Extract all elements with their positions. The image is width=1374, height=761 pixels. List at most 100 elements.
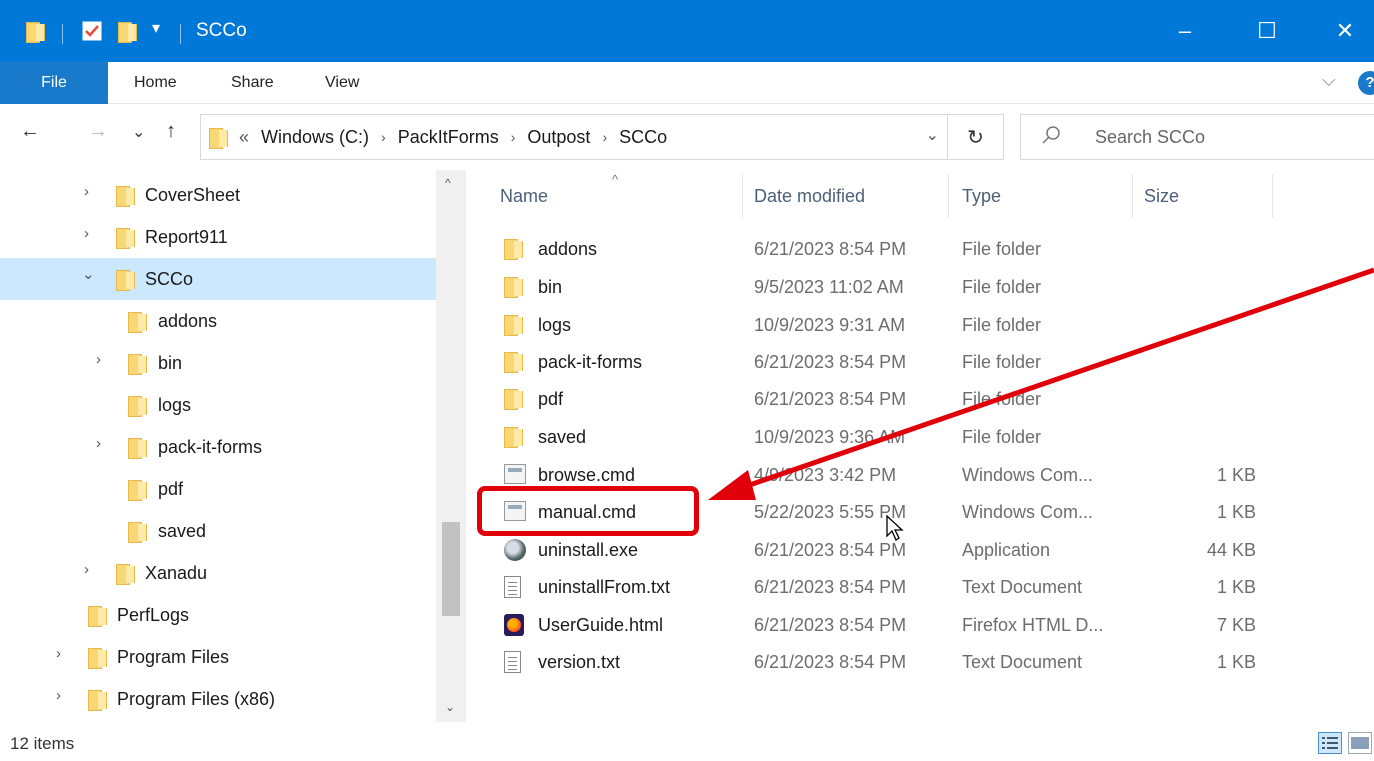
address-dropdown-icon[interactable]: ⌄ [926,125,939,145]
address-bar[interactable]: « Windows (C:) › PackItForms › Outpost ›… [200,114,948,160]
expand-icon[interactable]: › [84,183,89,200]
scrollbar-thumb[interactable] [442,522,460,616]
nav-item-label: Report911 [145,227,228,247]
file-date: 6/21/2023 8:54 PM [754,615,907,635]
nav-item-label: pack-it-forms [158,437,263,457]
file-row-logs[interactable]: logs 10/9/2023 9:31 AM File folder [496,306,1314,344]
search-input[interactable]: Search SCCo [1020,114,1374,160]
details-view-button[interactable] [1318,732,1342,754]
collapse-icon[interactable]: ⌄ [82,265,95,283]
forward-button[interactable]: → [88,120,108,143]
help-icon[interactable]: ? [1358,71,1374,95]
large-icons-view-button[interactable] [1348,732,1372,754]
properties-checkbox-icon[interactable] [82,21,102,41]
nav-item-saved[interactable]: saved [0,510,436,552]
quick-access-dropdown[interactable]: ▾ [152,18,160,38]
column-divider[interactable] [742,174,743,218]
expand-ribbon-icon[interactable]: ⌵ [1322,70,1336,91]
column-divider[interactable] [1132,174,1133,218]
nav-item-logs[interactable]: logs [0,384,436,426]
chevron-right-icon[interactable]: › [511,129,516,145]
file-row-pdf[interactable]: pdf 6/21/2023 8:54 PM File folder [496,380,1314,418]
chevron-right-icon[interactable]: › [602,129,607,145]
file-date: 9/5/2023 11:02 AM [754,277,904,297]
nav-scrollbar[interactable]: ^ ⌄ [436,170,466,722]
breadcrumb-outpost[interactable]: Outpost [527,127,590,148]
breadcrumb-scco[interactable]: SCCo [619,127,667,148]
nav-item-label: Program Files [117,647,230,667]
expand-icon[interactable]: › [96,435,101,452]
file-row-addons[interactable]: addons 6/21/2023 8:54 PM File folder [496,230,1314,268]
breadcrumb-overflow[interactable]: « [239,127,249,148]
breadcrumb-windows-c[interactable]: Windows (C:) [261,127,369,148]
file-type: Text Document [962,577,1083,597]
breadcrumb-packitforms[interactable]: PackItForms [398,127,499,148]
column-divider[interactable] [948,174,949,218]
nav-item-program-files-x86[interactable]: › Program Files (x86) [0,678,436,720]
nav-item-label: logs [158,395,192,415]
nav-item-pack-it-forms[interactable]: › pack-it-forms [0,426,436,468]
recent-locations-button[interactable]: ⌄ [132,122,145,142]
nav-item-bin[interactable]: › bin [0,342,436,384]
scroll-up-icon[interactable]: ^ [445,176,451,190]
file-row-pack-it-forms[interactable]: pack-it-forms 6/21/2023 8:54 PM File fol… [496,343,1314,381]
nav-item-xanadu[interactable]: › Xanadu [0,552,436,594]
file-size: 1 KB [1216,465,1256,485]
file-row-saved[interactable]: saved 10/9/2023 9:36 AM File folder [496,418,1314,456]
navigation-pane: › CoverSheet › Report911 ⌄ SCCo addons ›… [0,170,466,722]
nav-item-scco[interactable]: ⌄ SCCo [0,258,436,300]
file-type: Windows Com... [962,502,1094,522]
expand-icon[interactable]: › [56,645,61,662]
column-header-type[interactable]: Type [962,170,1001,222]
file-type: Application [962,540,1051,560]
expand-icon[interactable]: › [84,225,89,242]
exe-file-icon [504,539,526,561]
tab-file[interactable]: File [0,62,108,104]
file-name: addons [538,239,598,259]
folder-icon [504,426,523,448]
file-row-uninstallfrom-txt[interactable]: uninstallFrom.txt 6/21/2023 8:54 PM Text… [496,568,1314,606]
file-row-uninstall-exe[interactable]: uninstall.exe 6/21/2023 8:54 PM Applicat… [496,531,1314,569]
nav-item-perflogs[interactable]: PerfLogs [0,594,436,636]
file-name: saved [538,427,587,447]
folder-icon [116,185,135,207]
file-type: File folder [962,239,1042,259]
column-header-size[interactable]: Size [1144,170,1179,222]
nav-item-coversheet[interactable]: › CoverSheet [0,174,436,216]
maximize-button[interactable]: ☐ [1232,0,1302,62]
close-icon: ✕ [1335,18,1355,43]
tab-share[interactable]: Share [231,62,274,104]
column-divider[interactable] [1272,174,1273,218]
tab-home[interactable]: Home [134,62,177,104]
folder-icon [209,127,228,149]
expand-icon[interactable]: › [96,351,101,368]
file-date: 10/9/2023 9:36 AM [754,427,906,447]
file-row-bin[interactable]: bin 9/5/2023 11:02 AM File folder [496,268,1314,306]
nav-item-report911[interactable]: › Report911 [0,216,436,258]
status-bar: 12 items [0,722,1374,761]
search-placeholder: Search SCCo [1095,127,1206,147]
expand-icon[interactable]: › [56,687,61,704]
nav-item-addons[interactable]: addons [0,300,436,342]
nav-item-program-files[interactable]: › Program Files [0,636,436,678]
file-row-userguide-html[interactable]: UserGuide.html 6/21/2023 8:54 PM Firefox… [496,606,1314,644]
column-header-date[interactable]: Date modified [754,170,865,222]
up-button[interactable]: ↑ [166,120,176,143]
minimize-button[interactable]: – [1150,0,1220,62]
refresh-button[interactable]: ↻ [948,114,1004,160]
nav-item-label: Program Files (x86) [117,689,276,709]
file-size: 1 KB [1216,652,1256,672]
chevron-right-icon[interactable]: › [381,129,386,145]
file-size: 44 KB [1206,540,1256,560]
new-folder-icon[interactable] [118,21,137,43]
expand-icon[interactable]: › [84,561,89,578]
nav-item-pdf[interactable]: pdf [0,468,436,510]
tab-view[interactable]: View [325,62,359,104]
scroll-down-icon[interactable]: ⌄ [445,700,455,714]
file-row-version-txt[interactable]: version.txt 6/21/2023 8:54 PM Text Docum… [496,643,1314,681]
column-header-name[interactable]: Name [500,170,548,222]
folder-icon [128,311,147,333]
file-date: 6/21/2023 8:54 PM [754,652,907,672]
close-button[interactable]: ✕ [1310,0,1374,62]
back-button[interactable]: ← [20,120,40,143]
